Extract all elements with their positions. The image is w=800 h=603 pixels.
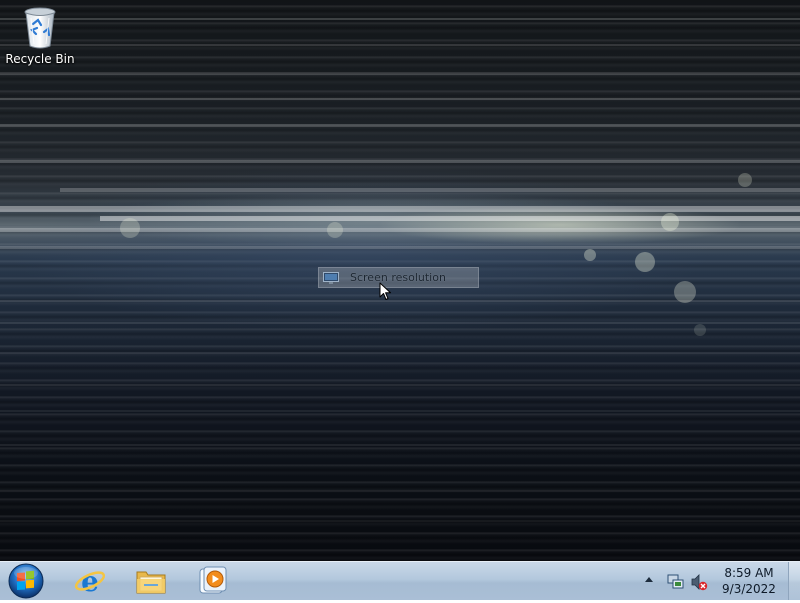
internet-explorer-icon: e [74,565,106,598]
network-icon[interactable] [667,573,685,591]
show-desktop-button[interactable] [788,562,800,600]
context-menu-label: Screen resolution [350,271,446,284]
recycle-bin-icon [24,7,56,49]
taskbar-windows-explorer[interactable] [123,564,179,598]
chevron-up-icon[interactable] [644,575,654,583]
context-menu-item-screen-resolution[interactable]: Screen resolution [318,267,479,288]
media-player-icon [199,566,227,594]
desktop[interactable]: Recycle Bin Screen resolution [0,0,800,561]
windows-start-orb-icon [8,563,44,599]
clock-date: 9/3/2022 [722,582,776,596]
volume-muted-icon[interactable] [690,573,708,591]
svg-text:e: e [81,565,99,598]
recycle-bin-label: Recycle Bin [5,52,75,66]
mouse-cursor-icon [379,282,391,300]
taskbar: e 8:59 AM 9/3/2022 [0,561,800,600]
taskbar-media-player[interactable] [184,564,240,598]
start-button[interactable] [6,563,46,599]
folder-icon [136,571,166,594]
clock-time: 8:59 AM [724,566,774,580]
taskbar-internet-explorer[interactable]: e [62,564,118,598]
system-clock[interactable]: 8:59 AM 9/3/2022 [712,565,786,597]
recycle-bin-shortcut[interactable]: Recycle Bin [4,6,76,66]
display-icon [323,272,339,284]
